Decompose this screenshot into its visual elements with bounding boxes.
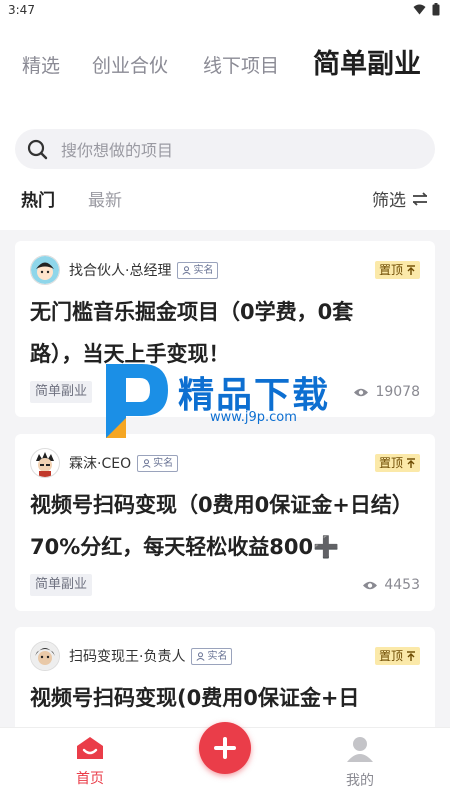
post-title: 视频号扫码变现(0费用0保证金+日 (30, 677, 415, 719)
avatar[interactable] (30, 255, 60, 285)
nav-home-label: 首页 (76, 771, 104, 787)
filter-icon (413, 191, 427, 206)
post-title-line: 视频号扫码变现(0费用0保证金+日 (30, 686, 360, 710)
pinned-badge: 置顶 (374, 647, 420, 665)
post-title-line: 无门槛音乐掘金项目（0学费，0套 (30, 300, 354, 324)
user-icon (182, 265, 192, 275)
post-title-line: 70%分红，每天轻松收益800➕ (30, 535, 340, 559)
filter-button[interactable]: 筛选 (372, 186, 428, 211)
eye-icon (363, 581, 378, 589)
tab-partnership[interactable]: 创业合伙 (92, 51, 168, 78)
post-author[interactable]: 找合伙人·总经理 实名 (30, 255, 219, 285)
verified-badge: 实名 (137, 454, 179, 472)
watermark-p-icon (106, 364, 168, 438)
pinned-label: 置顶 (378, 456, 403, 470)
post-tag[interactable]: 简单副业 (30, 574, 93, 596)
nav-home[interactable]: 首页 (50, 736, 130, 788)
author-name: 霖沫·CEO (69, 456, 132, 472)
verified-label: 实名 (207, 650, 228, 662)
pin-top-icon (407, 264, 415, 275)
views-number: 4453 (384, 577, 420, 593)
pin-top-icon (407, 457, 415, 468)
post-title: 视频号扫码变现（0费用0保证金+日结） 70%分红，每天轻松收益800➕ (30, 484, 415, 568)
search-icon (27, 139, 48, 160)
battery-icon (432, 3, 440, 16)
author-name: 扫码变现王·负责人 (69, 649, 186, 665)
verified-label: 实名 (193, 264, 214, 276)
pin-top-icon (407, 650, 415, 661)
profile-icon (347, 737, 373, 762)
nav-mine-label: 我的 (346, 773, 374, 789)
post-tag[interactable]: 简单副业 (30, 381, 93, 403)
status-bar: 3:47 (0, 0, 450, 22)
pinned-label: 置顶 (378, 263, 403, 277)
nav-mine[interactable]: 我的 (320, 736, 400, 790)
watermark-url: www.j9p.com (210, 410, 297, 425)
post-author[interactable]: 霖沫·CEO 实名 (30, 448, 179, 478)
avatar[interactable] (30, 641, 60, 671)
bottom-nav: 首页 我的 (0, 722, 450, 800)
verified-badge: 实名 (191, 647, 233, 665)
sort-hot[interactable]: 热门 (21, 186, 55, 211)
post-author[interactable]: 扫码变现王·负责人 实名 (30, 641, 233, 671)
post-title-line: 视频号扫码变现（0费用0保证金+日结） (30, 493, 413, 517)
avatar[interactable] (30, 448, 60, 478)
search-input[interactable] (59, 129, 423, 171)
tab-simple-sideline[interactable]: 简单副业 (313, 42, 421, 81)
watermark-logo: 精品下载 www.j9p.com (98, 358, 358, 448)
status-icons (413, 3, 440, 16)
filter-label: 筛选 (372, 191, 406, 211)
home-icon (77, 737, 103, 759)
pinned-badge: 置顶 (374, 261, 420, 279)
header: 精选 创业合伙 线下项目 简单副业 热门 最新 筛选 (0, 22, 450, 230)
post-card[interactable]: 霖沫·CEO 实名 置顶 视频号扫码变现（0费用0保证金+日结） 70%分红，每… (15, 434, 435, 611)
sort-bar: 热门 最新 筛选 (0, 186, 450, 211)
tab-featured[interactable]: 精选 (22, 51, 60, 78)
author-name: 找合伙人·总经理 (69, 263, 172, 279)
plus-icon (214, 737, 236, 759)
tab-offline-projects[interactable]: 线下项目 (203, 51, 279, 78)
add-post-button[interactable] (199, 722, 251, 774)
view-count: 4453 (362, 577, 420, 593)
views-number: 19078 (375, 384, 420, 400)
pinned-badge: 置顶 (374, 454, 420, 472)
verified-label: 实名 (153, 457, 174, 469)
pinned-label: 置顶 (378, 649, 403, 663)
verified-badge: 实名 (177, 261, 219, 279)
view-count: 19078 (353, 384, 420, 400)
user-icon (142, 458, 151, 468)
status-time: 3:47 (8, 3, 35, 17)
wifi-icon (413, 4, 426, 15)
user-icon (196, 651, 206, 661)
search-bar[interactable] (15, 129, 435, 171)
sort-newest[interactable]: 最新 (88, 186, 122, 211)
